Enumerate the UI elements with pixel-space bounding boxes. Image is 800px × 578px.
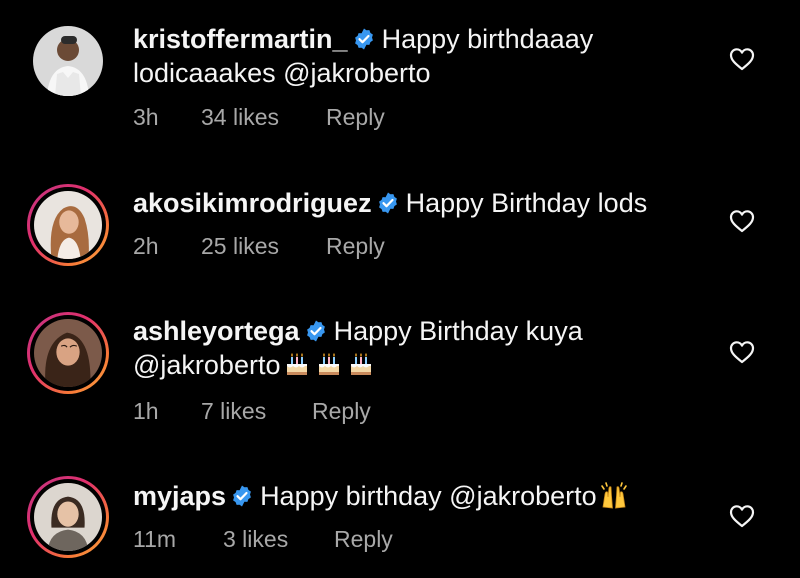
- comment-username[interactable]: akosikimrodriguez: [133, 188, 372, 218]
- heart-outline-icon[interactable]: [729, 340, 755, 364]
- birthday-cake-icon: [282, 349, 312, 379]
- raising-hands-icon: [599, 480, 629, 510]
- comment-username[interactable]: kristoffermartin_: [133, 24, 348, 54]
- avatar[interactable]: [27, 184, 109, 266]
- comment-username[interactable]: myjaps: [133, 481, 226, 511]
- comment-likes[interactable]: 7 likes: [201, 398, 312, 425]
- avatar[interactable]: [27, 476, 109, 558]
- comment-body: ashleyortega Happy Birthday kuya @jakrobe…: [133, 314, 713, 382]
- reply-button[interactable]: Reply: [326, 233, 385, 260]
- heart-outline-icon[interactable]: [729, 209, 755, 233]
- avatar-image: [34, 483, 102, 551]
- birthday-cake-icon: [314, 349, 344, 379]
- comment-time: 2h: [133, 233, 159, 259]
- verified-badge-icon: [352, 27, 376, 51]
- reply-button[interactable]: Reply: [312, 398, 371, 425]
- avatar-image: [34, 191, 102, 259]
- verified-badge-icon: [230, 484, 254, 508]
- avatar[interactable]: [27, 312, 109, 394]
- comment-meta: 11m 3 likes Reply: [133, 526, 393, 553]
- comment-likes[interactable]: 34 likes: [201, 104, 326, 131]
- reply-button[interactable]: Reply: [326, 104, 385, 131]
- comment-username[interactable]: ashleyortega: [133, 316, 300, 346]
- comment-likes[interactable]: 3 likes: [223, 526, 334, 553]
- avatar-image: [34, 319, 102, 387]
- birthday-cake-icon: [346, 349, 376, 379]
- heart-outline-icon[interactable]: [729, 47, 755, 71]
- comment-body: akosikimrodriguez Happy Birthday lods: [133, 186, 713, 220]
- verified-badge-icon: [376, 191, 400, 215]
- comment-body: myjaps Happy birthday @jakroberto: [133, 479, 713, 513]
- comment-time: 1h: [133, 398, 159, 424]
- verified-badge-icon: [304, 319, 328, 343]
- avatar[interactable]: [27, 20, 109, 102]
- comment-meta: 1h 7 likes Reply: [133, 398, 371, 425]
- avatar-image: [33, 26, 103, 96]
- comment-body: kristoffermartin_ Happy birthdaaay lodica…: [133, 22, 713, 90]
- heart-outline-icon[interactable]: [729, 504, 755, 528]
- comment-likes[interactable]: 25 likes: [201, 233, 326, 260]
- comment-meta: 2h 25 likes Reply: [133, 233, 385, 260]
- reply-button[interactable]: Reply: [334, 526, 393, 553]
- comment-text: Happy Birthday lods: [405, 188, 648, 218]
- comment-time: 11m: [133, 526, 177, 552]
- comment-text: Happy birthday @jakroberto: [260, 481, 597, 511]
- comment-time: 3h: [133, 104, 159, 130]
- comment-meta: 3h 34 likes Reply: [133, 104, 385, 131]
